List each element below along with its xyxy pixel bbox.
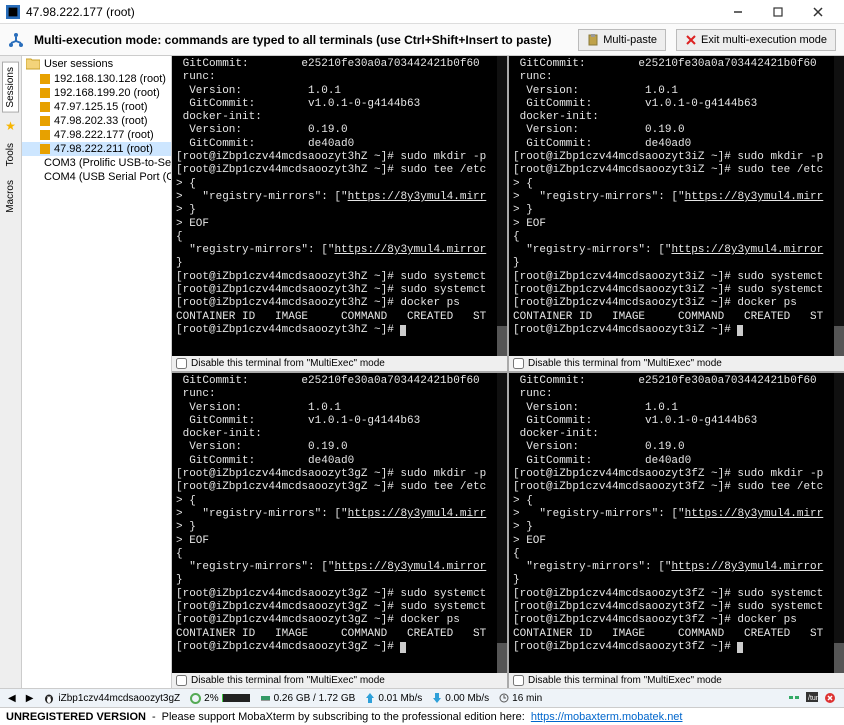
status-up-speed: 0.01 Mb/s — [365, 693, 422, 704]
maximize-button[interactable] — [758, 2, 798, 22]
session-item-label: COM3 (Prolific USB-to-Serial — [44, 157, 171, 169]
scrollbar[interactable] — [497, 373, 507, 673]
terminal-pane-2[interactable]: GitCommit: e25210fe30a0a703442421b0f60 r… — [172, 373, 507, 688]
disable-multiexec-checkbox[interactable] — [513, 358, 524, 369]
session-item-label: 47.98.222.177 (root) — [54, 129, 154, 141]
ssh-icon — [40, 116, 50, 126]
status-uptime: 16 min — [499, 693, 542, 704]
session-item-label: 47.98.202.33 (root) — [54, 115, 148, 127]
session-item-label: 47.98.222.211 (root) — [54, 143, 153, 155]
window-title: 47.98.222.177 (root) — [26, 5, 718, 19]
tab-macros[interactable]: Macros — [3, 176, 18, 217]
session-item-label: 47.97.125.15 (root) — [54, 101, 148, 113]
terminal-pane-0[interactable]: GitCommit: e25210fe30a0a703442421b0f60 r… — [172, 56, 507, 371]
session-item[interactable]: 192.168.199.20 (root) — [22, 86, 171, 100]
unregistered-banner: UNREGISTERED VERSION - Please support Mo… — [0, 707, 844, 725]
window-titlebar: 47.98.222.177 (root) — [0, 0, 844, 24]
multiexec-icon — [8, 32, 24, 48]
tab-tools[interactable]: Tools — [3, 139, 18, 170]
network-icon[interactable] — [788, 692, 800, 704]
tabscroll-right-icon[interactable]: ▶ — [26, 693, 34, 704]
exit-multiexec-button[interactable]: Exit multi-execution mode — [676, 29, 836, 51]
close-icon — [685, 34, 697, 46]
session-item-label: 192.168.130.128 (root) — [54, 73, 166, 85]
session-item-label: COM4 (USB Serial Port (CO — [44, 171, 171, 183]
tabscroll-left-icon[interactable]: ◀ — [8, 693, 16, 704]
ssh-icon — [40, 102, 50, 112]
star-icon: ★ — [5, 119, 16, 133]
close-red-icon[interactable] — [824, 692, 836, 704]
minimize-button[interactable] — [718, 2, 758, 22]
status-cpu: 2% — [190, 693, 249, 704]
multi-paste-button[interactable]: Multi-paste — [578, 29, 666, 51]
scrollbar[interactable] — [497, 56, 507, 356]
ssh-icon — [40, 130, 50, 140]
scrollbar[interactable] — [834, 56, 844, 356]
folder-icon — [26, 58, 40, 70]
terminal-icon[interactable]: /tun — [806, 692, 818, 704]
session-item[interactable]: COM4 (USB Serial Port (CO — [22, 170, 171, 184]
sessions-panel: User sessions 192.168.130.128 (root) 192.… — [22, 56, 172, 688]
purchase-link[interactable]: https://mobaxterm.mobatek.net — [531, 711, 683, 723]
side-tabs: Sessions ★ Tools Macros — [0, 56, 22, 688]
main-area: Sessions ★ Tools Macros User sessions 19… — [0, 56, 844, 688]
status-down-speed: 0.00 Mb/s — [432, 693, 489, 704]
terminal-pane-1[interactable]: GitCommit: e25210fe30a0a703442421b0f60 r… — [509, 56, 844, 371]
multiexec-hint: Multi-execution mode: commands are typed… — [34, 33, 568, 47]
session-item[interactable]: 47.98.222.211 (root) — [22, 142, 171, 156]
ssh-icon — [40, 88, 50, 98]
multiexec-toolbar: Multi-execution mode: commands are typed… — [0, 24, 844, 56]
ssh-icon — [40, 74, 50, 84]
terminal-pane-3[interactable]: GitCommit: e25210fe30a0a703442421b0f60 r… — [509, 373, 844, 688]
disable-multiexec-checkbox[interactable] — [176, 675, 187, 686]
cpu-icon — [190, 693, 201, 704]
cpu-bar-icon — [222, 694, 250, 702]
session-item[interactable]: 47.98.222.177 (root) — [22, 128, 171, 142]
session-item-label: 192.168.199.20 (root) — [54, 87, 160, 99]
terminal-grid: GitCommit: e25210fe30a0a703442421b0f60 r… — [172, 56, 844, 688]
app-logo-icon — [6, 5, 20, 19]
clock-icon — [499, 693, 509, 703]
penguin-icon — [43, 692, 55, 704]
session-item[interactable]: 47.98.202.33 (root) — [22, 114, 171, 128]
scrollbar[interactable] — [834, 373, 844, 673]
status-extra-icons: /tun — [788, 692, 836, 704]
close-button[interactable] — [798, 2, 838, 22]
download-icon — [432, 693, 442, 703]
status-mem: 0.26 GB / 1.72 GB — [260, 693, 356, 704]
paste-icon — [587, 34, 599, 46]
status-host-tab[interactable]: iZbp1czv44mcdsaoozyt3gZ — [43, 692, 180, 704]
session-item[interactable]: 47.97.125.15 (root) — [22, 100, 171, 114]
tab-sessions[interactable]: Sessions — [2, 62, 19, 113]
upload-icon — [365, 693, 375, 703]
disable-multiexec-checkbox[interactable] — [513, 675, 524, 686]
disable-multiexec-checkbox[interactable] — [176, 358, 187, 369]
ssh-icon — [40, 144, 50, 154]
session-item[interactable]: COM3 (Prolific USB-to-Serial — [22, 156, 171, 170]
sessions-folder[interactable]: User sessions — [22, 56, 171, 72]
session-item[interactable]: 192.168.130.128 (root) — [22, 72, 171, 86]
ram-icon — [260, 693, 271, 704]
status-bar: ◀ ▶ iZbp1czv44mcdsaoozyt3gZ 2% 0.26 GB /… — [0, 688, 844, 707]
svg-text:/tun: /tun — [808, 695, 818, 702]
